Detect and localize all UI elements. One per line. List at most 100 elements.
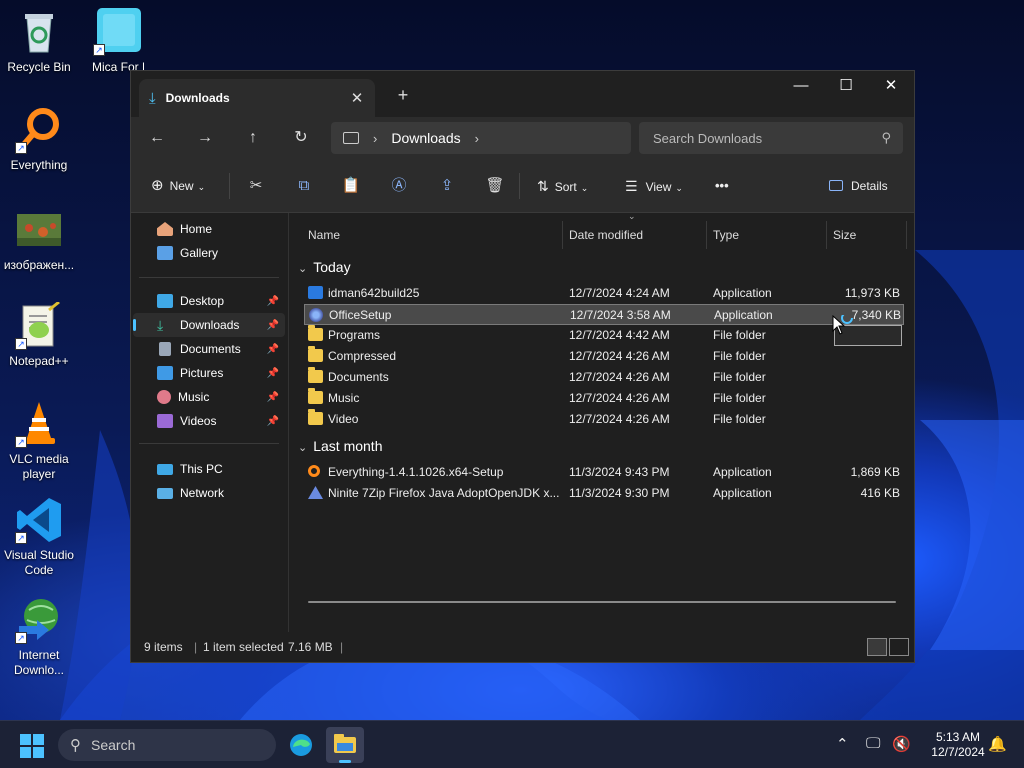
new-tab-button[interactable]: +: [391, 83, 415, 107]
delete-icon[interactable]: 🗑: [482, 173, 508, 199]
column-divider[interactable]: [562, 221, 563, 249]
refresh-icon[interactable]: ↻: [285, 123, 317, 153]
tab-downloads[interactable]: ⤓ Downloads ✕: [139, 79, 375, 117]
file-row[interactable]: Documents 12/7/2024 4:26 AM File folder: [304, 367, 904, 388]
desktop-icon-everything[interactable]: ↗ Everything: [0, 106, 78, 173]
breadcrumb-chevron-icon[interactable]: ›: [373, 131, 377, 146]
back-arrow-icon[interactable]: ←: [141, 123, 173, 153]
file-row[interactable]: idman642build25 12/7/2024 4:24 AM Applic…: [304, 283, 904, 304]
command-bar: ⊕ New ⌄ ✂ ⧉ 📋 Ⓐ ⇪ 🗑 ⇅ Sort ⌄ ☰ View ⌄ ••• Deta…: [131, 159, 914, 213]
sidebar-item-pictures[interactable]: Pictures 📌: [133, 361, 285, 385]
desktop-icon-vlc[interactable]: ↗ VLC media player: [0, 400, 78, 482]
file-row[interactable]: Compressed 12/7/2024 4:26 AM File folder: [304, 346, 904, 367]
cut-icon[interactable]: ✂: [243, 173, 269, 199]
pin-icon[interactable]: 📌: [267, 320, 279, 331]
share-icon[interactable]: ⇪: [434, 173, 460, 199]
desktop-icon-notepad-plus-plus[interactable]: ↗ Notepad++: [0, 300, 78, 369]
volume-muted-icon[interactable]: 🔇: [892, 735, 911, 753]
file-explorer-taskbar-icon[interactable]: [326, 727, 364, 763]
rename-icon[interactable]: Ⓐ: [386, 173, 412, 199]
column-header-date-modified[interactable]: Date modified: [569, 221, 643, 249]
column-header-name[interactable]: Name: [308, 221, 340, 249]
column-divider[interactable]: [706, 221, 707, 249]
file-row[interactable]: Music 12/7/2024 4:26 AM File folder: [304, 388, 904, 409]
view-list-icon: ☰: [625, 178, 638, 194]
image-thumbnail-icon: [15, 206, 63, 254]
sidebar-item-home[interactable]: Home: [133, 217, 285, 241]
desktop-icon-vscode[interactable]: ↗ Visual Studio Code: [0, 496, 78, 578]
column-header-type[interactable]: Type: [713, 221, 739, 249]
column-header-size[interactable]: Size: [833, 221, 856, 249]
office-app-icon: [309, 308, 323, 322]
horizontal-scrollbar[interactable]: [308, 601, 896, 603]
everything-app-icon: [308, 465, 320, 477]
pin-icon[interactable]: 📌: [267, 416, 279, 427]
sidebar-item-this-pc[interactable]: This PC: [133, 457, 285, 481]
sidebar-item-network[interactable]: Network: [133, 481, 285, 505]
new-button[interactable]: ⊕ New ⌄: [151, 173, 205, 199]
column-divider[interactable]: [826, 221, 827, 249]
forward-arrow-icon[interactable]: →: [189, 123, 221, 153]
up-arrow-icon[interactable]: ↑: [237, 123, 269, 153]
mica-icon: ↗: [93, 8, 141, 56]
view-button[interactable]: ☰ View ⌄: [625, 173, 683, 199]
taskbar: ⚲ Search ⌃ 🖵 🔇 5:13 AM 12/7/2024 🔔: [0, 720, 1024, 768]
idm-app-icon: [308, 286, 323, 299]
sidebar-item-desktop[interactable]: Desktop 📌: [133, 289, 285, 313]
mouse-cursor-busy-icon: [832, 312, 856, 340]
tab-close-icon[interactable]: ✕: [345, 89, 369, 107]
pin-icon[interactable]: 📌: [267, 392, 279, 403]
maximize-button[interactable]: ☐: [823, 71, 869, 101]
sidebar-item-gallery[interactable]: Gallery: [133, 241, 285, 265]
group-header-last-month[interactable]: ⌄ Last month: [298, 436, 382, 456]
pin-icon[interactable]: 📌: [267, 296, 279, 307]
file-list: Name Date modified ⌄ Type Size ⌄ Today id…: [290, 211, 914, 633]
pin-icon[interactable]: 📌: [267, 368, 279, 379]
large-icons-view-icon[interactable]: [889, 638, 909, 656]
file-row[interactable]: Video 12/7/2024 4:26 AM File folder: [304, 409, 904, 430]
chevron-down-icon: ⌄: [298, 263, 308, 275]
sidebar-item-videos[interactable]: Videos 📌: [133, 409, 285, 433]
column-divider[interactable]: [906, 221, 907, 249]
file-row[interactable]: Ninite 7Zip Firefox Java AdoptOpenJDK x.…: [304, 483, 904, 504]
group-header-today[interactable]: ⌄ Today: [298, 257, 351, 277]
search-icon: ⚲: [70, 737, 81, 754]
sort-button[interactable]: ⇅ Sort ⌄: [537, 173, 588, 199]
desktop-icon-internet-download-manager[interactable]: ↗ Internet Downlo...: [0, 596, 78, 678]
more-options-button[interactable]: •••: [715, 173, 729, 199]
file-row[interactable]: Programs 12/7/2024 4:42 AM File folder: [304, 325, 904, 346]
windows-start-icon[interactable]: [20, 734, 44, 758]
folder-icon: [308, 367, 323, 383]
chevron-down-icon: ⌄: [298, 442, 308, 454]
network-status-icon[interactable]: 🖵: [866, 735, 880, 752]
this-pc-icon: [157, 463, 173, 475]
taskbar-clock[interactable]: 5:13 AM 12/7/2024: [918, 730, 998, 760]
breadcrumb-chevron-icon[interactable]: ›: [475, 131, 479, 146]
chevron-down-icon: ⌄: [580, 183, 589, 193]
show-hidden-icons-chevron-icon[interactable]: ⌃: [836, 735, 849, 753]
edge-taskbar-icon[interactable]: [282, 727, 320, 763]
file-row[interactable]: Everything-1.4.1.1026.x64-Setup 11/3/202…: [304, 462, 904, 483]
breadcrumb-downloads[interactable]: Downloads: [391, 130, 460, 146]
desktop-icon-recycle-bin[interactable]: Recycle Bin: [0, 8, 78, 75]
copy-icon[interactable]: ⧉: [291, 173, 317, 199]
details-pane-button[interactable]: Details: [829, 173, 888, 199]
address-bar[interactable]: › Downloads ›: [331, 122, 631, 154]
notification-bell-icon[interactable]: 🔔: [988, 735, 1007, 753]
details-view-icon[interactable]: [867, 638, 887, 656]
status-bar: 9 items | 1 item selected 7.16 MB |: [131, 632, 914, 662]
desktop-icon-mica-for-everyone[interactable]: ↗ Mica For Everyone: [78, 8, 156, 75]
sidebar-item-documents[interactable]: Documents 📌: [133, 337, 285, 361]
close-window-button[interactable]: ✕: [868, 71, 914, 101]
sidebar-item-downloads[interactable]: ⤓ Downloads 📌: [133, 313, 285, 337]
taskbar-search-box[interactable]: ⚲ Search: [58, 729, 276, 761]
paste-icon[interactable]: 📋: [338, 173, 364, 199]
sidebar-divider: [139, 277, 279, 278]
pin-icon[interactable]: 📌: [267, 344, 279, 355]
minimize-button[interactable]: —: [778, 71, 824, 101]
sidebar-item-music[interactable]: Music 📌: [133, 385, 285, 409]
desktop-icon-image[interactable]: изображен...: [0, 206, 78, 273]
shortcut-arrow-icon: ↗: [15, 632, 27, 644]
search-input[interactable]: Search Downloads ⚲: [639, 122, 903, 154]
file-row-selected[interactable]: OfficeSetup 12/7/2024 3:58 AM Applicatio…: [304, 304, 904, 325]
